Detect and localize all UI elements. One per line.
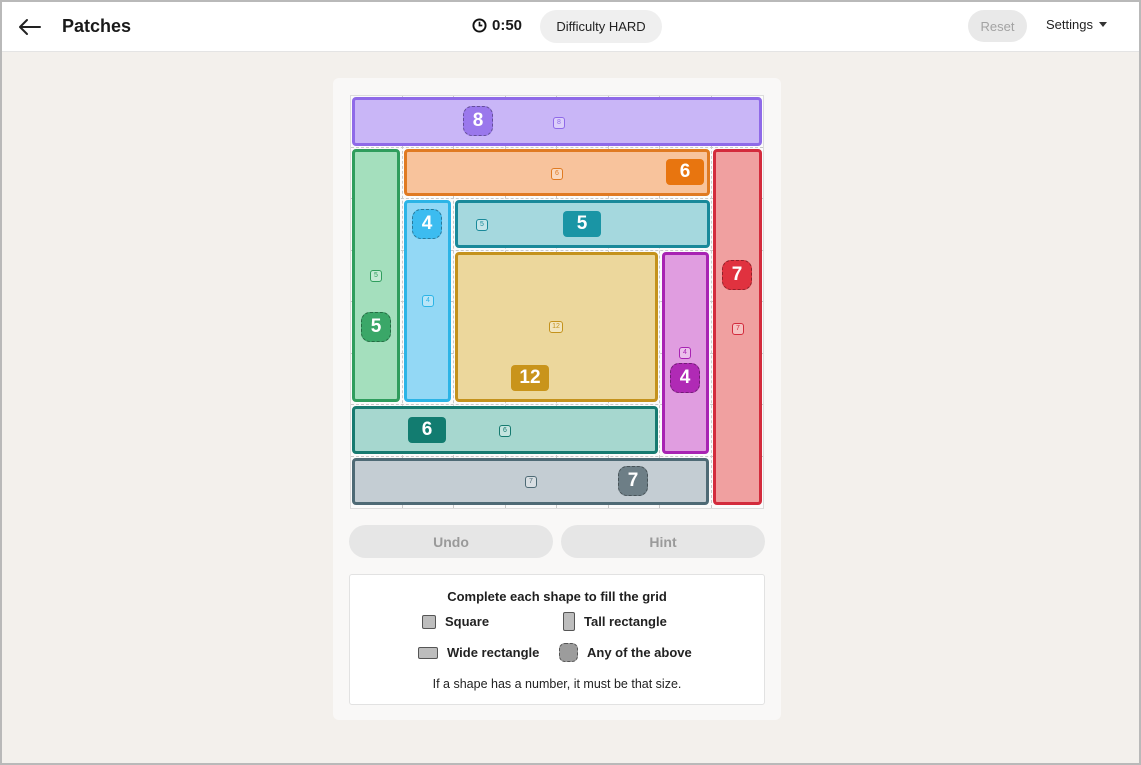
patch-green[interactable]: 5 [352,149,400,402]
back-button[interactable] [16,14,44,40]
grid-line [351,456,763,457]
legend-wide-label: Wide rectangle [447,645,540,660]
grid-line [711,96,712,508]
patch-size-indicator: 8 [553,117,565,129]
patch-size-indicator: 7 [732,323,744,335]
page-title: Patches [62,16,132,36]
game-card: 8 6 5 7 4 5 12 4 6 7 8 6 4 5 7 5 12 4 6 … [333,78,781,720]
clue-badge: 6 [666,159,704,185]
grid-line [351,198,763,199]
clue-badge: 8 [463,106,493,136]
legend-tall-label: Tall rectangle [584,614,667,629]
any-shape-icon [559,643,578,662]
patch-magenta[interactable]: 4 [662,252,709,454]
tall-rectangle-icon [563,612,575,631]
square-icon [422,614,436,629]
legend-panel: Complete each shape to fill the grid Squ… [349,574,765,705]
patch-size-indicator: 12 [549,321,563,333]
back-arrow-icon [19,19,41,35]
clock-icon [472,18,487,33]
top-bar: Patches 0:50 Difficulty HARD Reset Setti… [2,2,1139,52]
clue-badge: 4 [670,363,700,393]
hint-button[interactable]: Hint [561,525,765,558]
patch-gold[interactable]: 12 [455,252,658,402]
legend-any: Any of the above [559,643,692,662]
legend-any-label: Any of the above [587,645,692,660]
clue-badge: 7 [722,260,752,290]
undo-button[interactable]: Undo [349,525,553,558]
timer: 0:50 [472,17,522,34]
patch-size-indicator: 6 [499,425,511,437]
clue-badge: 5 [361,312,391,342]
patch-size-indicator: 4 [422,295,434,307]
clue-badge: 4 [412,209,442,239]
wide-rectangle-icon [418,646,438,659]
timer-value: 0:50 [492,17,523,34]
legend-tall: Tall rectangle [563,612,667,631]
patch-size-indicator: 6 [551,168,563,180]
settings-dropdown[interactable]: Settings [1046,17,1107,32]
patch-size-indicator: 5 [476,219,488,231]
clue-badge: 6 [408,417,446,443]
patch-gray[interactable]: 7 [352,458,709,505]
legend-title: Complete each shape to fill the grid [447,589,667,604]
legend-wide: Wide rectangle [418,645,539,660]
clue-badge: 5 [563,211,601,237]
legend-note: If a shape has a number, it must be that… [432,677,682,691]
patch-size-indicator: 4 [679,347,691,359]
clue-badge: 7 [618,466,648,496]
patch-size-indicator: 7 [525,476,537,488]
chevron-down-icon [1098,22,1107,27]
reset-button[interactable]: Reset [968,10,1027,42]
patch-red[interactable]: 7 [713,149,762,505]
patch-purple[interactable]: 8 [352,97,762,146]
clue-badge: 12 [511,365,549,391]
settings-label: Settings [1046,17,1093,32]
legend-square: Square [422,614,489,629]
grid-line [351,147,763,148]
puzzle-grid[interactable]: 8 6 5 7 4 5 12 4 6 7 8 6 4 5 7 5 12 4 6 … [350,95,764,509]
patch-size-indicator: 5 [370,270,382,282]
legend-square-label: Square [445,614,490,629]
difficulty-badge: Difficulty HARD [540,10,662,43]
patch-orange[interactable]: 6 [404,149,710,196]
patch-darkteal[interactable]: 6 [352,406,658,454]
